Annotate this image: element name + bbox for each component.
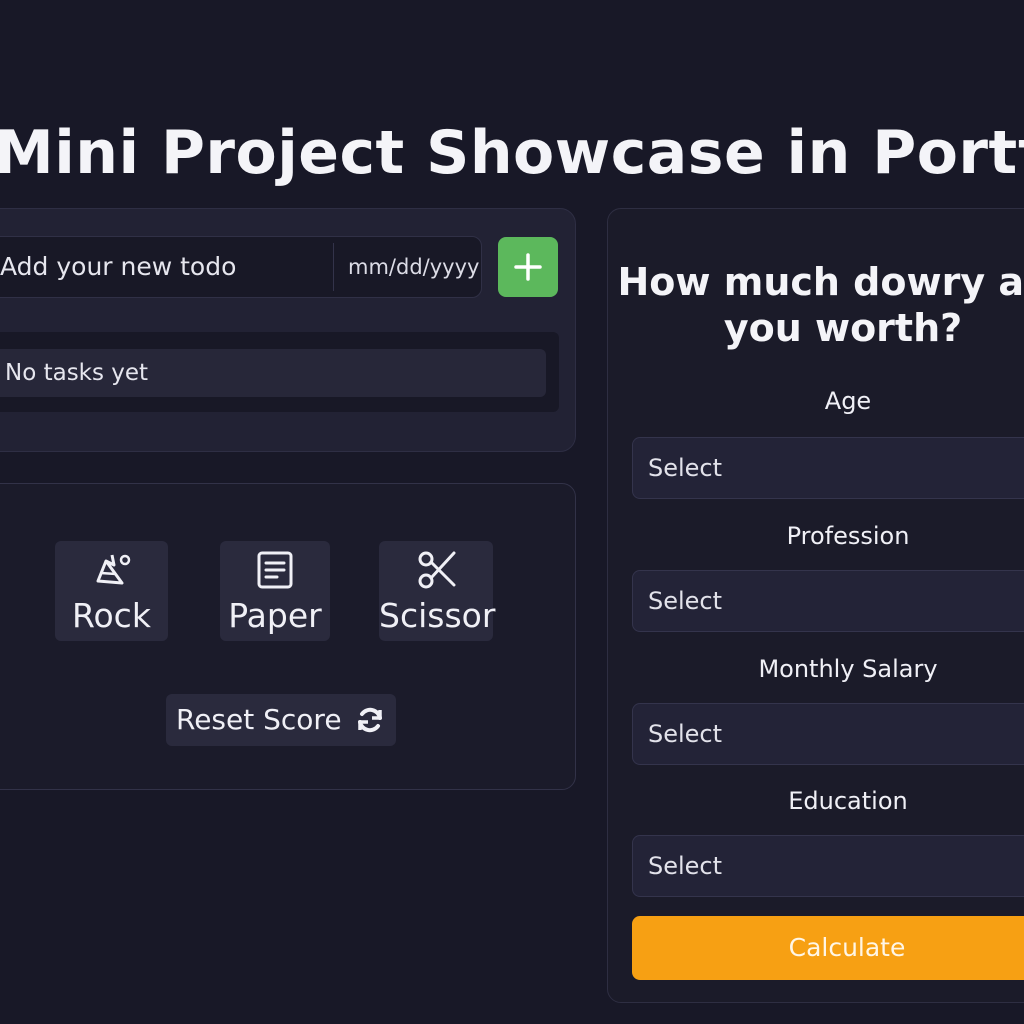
rock-label: Rock bbox=[72, 596, 151, 635]
scissors-icon bbox=[418, 551, 456, 589]
scissors-label: Scissor bbox=[379, 596, 496, 635]
reset-score-label: Reset Score bbox=[176, 703, 342, 736]
profession-label: Profession bbox=[786, 522, 910, 550]
profession-select[interactable]: Select bbox=[632, 570, 1024, 632]
paper-button[interactable]: Paper bbox=[220, 541, 330, 641]
paper-label: Paper bbox=[228, 596, 322, 635]
salary-label: Monthly Salary bbox=[758, 655, 938, 683]
rock-button[interactable]: Rock bbox=[55, 541, 168, 641]
rps-card: Rock Paper Scissor Reset Score bbox=[0, 483, 576, 790]
todo-card: Add your new todo mm/dd/yyyy No tasks ye… bbox=[0, 208, 576, 452]
calculate-button[interactable]: Calculate bbox=[632, 916, 1024, 980]
profession-select-value: Select bbox=[648, 587, 723, 615]
scissors-button[interactable]: Scissor bbox=[379, 541, 496, 641]
salary-select[interactable]: Select bbox=[632, 703, 1024, 765]
dowry-card: How much dowry are you worth? Age Select… bbox=[607, 208, 1024, 1003]
empty-state-text: No tasks yet bbox=[5, 360, 149, 386]
todo-input[interactable]: Add your new todo bbox=[0, 237, 330, 297]
age-select[interactable]: Select bbox=[632, 437, 1024, 499]
paper-icon bbox=[257, 551, 293, 589]
page-title: Mini Project Showcase in Portfolio bbox=[0, 118, 1024, 189]
list-item: No tasks yet bbox=[0, 349, 546, 397]
age-select-value: Select bbox=[648, 454, 723, 482]
task-list: No tasks yet bbox=[0, 332, 559, 412]
education-label: Education bbox=[788, 787, 908, 815]
add-todo-button[interactable] bbox=[498, 237, 558, 297]
education-select[interactable]: Select bbox=[632, 835, 1024, 897]
salary-select-value: Select bbox=[648, 720, 723, 748]
age-label: Age bbox=[824, 387, 872, 415]
rock-icon bbox=[96, 554, 130, 585]
education-select-value: Select bbox=[648, 852, 723, 880]
date-input[interactable]: mm/dd/yyyy bbox=[348, 237, 479, 297]
refresh-icon bbox=[358, 707, 382, 733]
page: Mini Project Showcase in Portfolio Add y… bbox=[0, 0, 1024, 1024]
dowry-title: How much dowry are you worth? bbox=[617, 260, 1024, 350]
todo-input-row: Add your new todo mm/dd/yyyy bbox=[0, 236, 482, 298]
divider bbox=[333, 243, 334, 291]
calculate-label: Calculate bbox=[788, 933, 906, 962]
plus-icon bbox=[514, 253, 542, 281]
reset-score-button[interactable]: Reset Score bbox=[166, 694, 396, 746]
